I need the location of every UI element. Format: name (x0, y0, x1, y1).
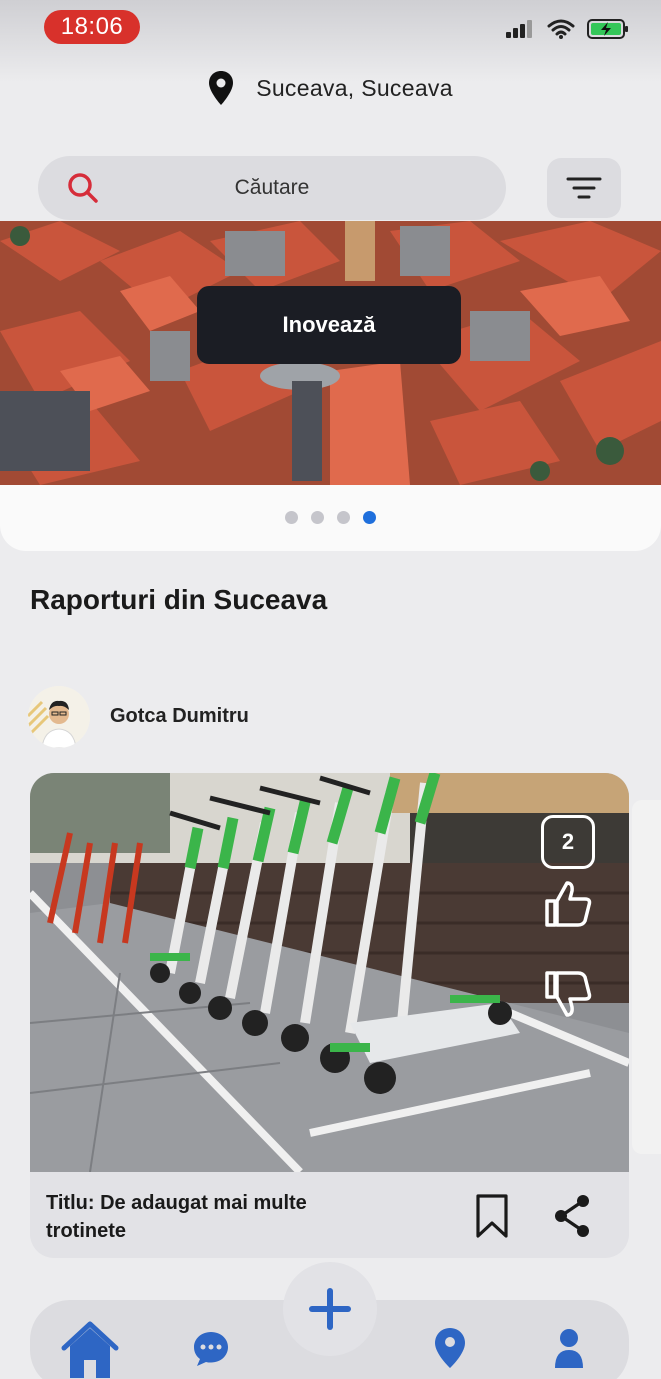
location-selector[interactable]: Suceava, Suceava (0, 66, 661, 110)
thumbs-up-icon[interactable] (541, 877, 595, 931)
chat-icon[interactable] (192, 1330, 230, 1368)
add-report-button[interactable] (283, 1262, 377, 1356)
map-pin-icon[interactable] (433, 1326, 467, 1370)
bookmark-icon[interactable] (474, 1193, 510, 1239)
author-avatar-image (28, 686, 90, 748)
home-icon[interactable] (60, 1320, 120, 1379)
filter-icon (566, 177, 602, 199)
report-title: Titlu: De adaugat mai multe trotinete (46, 1192, 307, 1242)
status-icons (505, 18, 629, 40)
signal-icon (506, 20, 532, 38)
status-time: 18:06 (44, 10, 140, 44)
location-text: Suceava, Suceava (256, 74, 453, 101)
search-bar[interactable]: Căutare (38, 156, 506, 220)
share-icon[interactable] (552, 1193, 592, 1239)
vote-count-badge: 2 (541, 815, 595, 869)
carousel-dot-active[interactable] (363, 511, 376, 524)
report-image (30, 773, 629, 1172)
carousel[interactable]: Inovează (0, 221, 661, 551)
report-card[interactable]: 2 Titlu: De adaugat mai multe trotinete (30, 773, 629, 1258)
section-title: Raporturi din Suceava (30, 584, 328, 615)
status-bar: 18:06 (0, 0, 661, 56)
next-post-card-peek[interactable] (632, 800, 661, 1154)
wifi-icon (547, 19, 575, 39)
user-icon[interactable] (554, 1328, 584, 1368)
add-icon (309, 1288, 351, 1330)
carousel-dot[interactable] (337, 511, 350, 524)
carousel-cta-button[interactable]: Inovează (197, 286, 461, 364)
filter-button[interactable] (547, 158, 621, 218)
avatar[interactable] (28, 686, 90, 748)
map-pin-icon (209, 71, 234, 105)
carousel-dot[interactable] (311, 511, 324, 524)
carousel-dot[interactable] (285, 511, 298, 524)
thumbs-down-icon[interactable] (541, 967, 595, 1021)
search-input[interactable]: Căutare (38, 176, 506, 200)
battery-charging-icon (587, 19, 628, 39)
author-name[interactable]: Gotca Dumitru (110, 705, 249, 728)
carousel-dots (0, 511, 661, 524)
